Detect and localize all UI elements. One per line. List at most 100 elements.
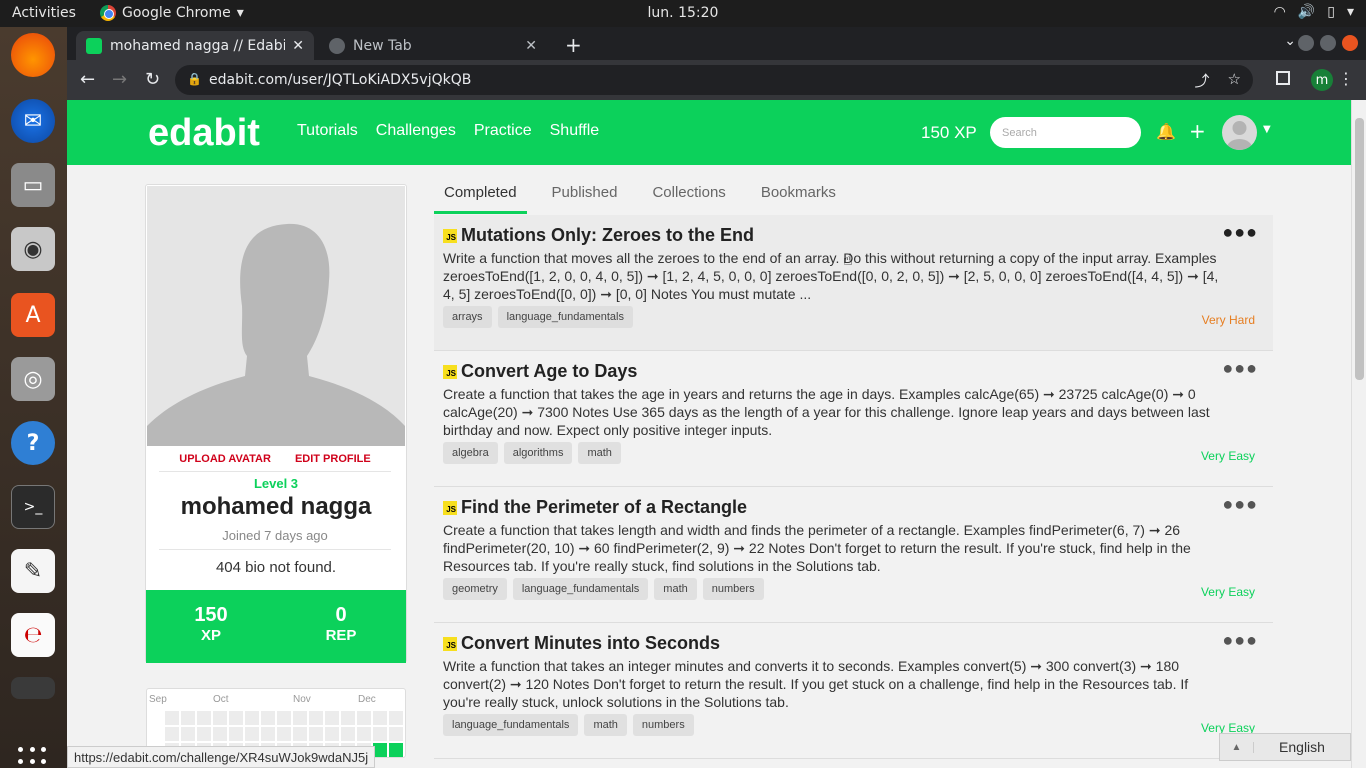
forward-icon[interactable]: → [112,69,127,90]
stats-panel: 150 XP 0 REP [146,590,406,663]
more-options-icon[interactable]: ●●● [1222,358,1258,379]
challenge-item[interactable]: JS Find the Perimeter of a Rectangle Cre… [434,487,1273,623]
edabit-logo[interactable]: edabit [148,112,260,155]
app-menu[interactable]: Google Chrome ▾ [100,5,244,21]
search-input[interactable] [990,117,1141,148]
tag[interactable]: math [584,714,627,736]
lock-icon[interactable]: 🔒 [187,72,202,86]
bookmark-star-icon[interactable]: ☆ [1228,70,1241,91]
language-selector[interactable]: ▲ English [1219,733,1351,761]
plus-icon[interactable]: + [1189,119,1206,143]
nav-challenges[interactable]: Challenges [376,122,456,140]
profile-links: UPLOAD AVATAR EDIT PROFILE [159,453,391,472]
share-icon[interactable]: ⤴ [1195,70,1210,91]
back-icon[interactable]: ← [80,69,95,90]
calendar-cell [309,711,323,725]
challenge-item[interactable]: JS Convert Age to Days Create a function… [434,351,1273,487]
calendar-cell [341,711,355,725]
page-scrollbar[interactable] [1351,100,1366,768]
tag[interactable]: math [578,442,621,464]
user-avatar[interactable] [1222,115,1257,150]
nav-practice[interactable]: Practice [474,122,532,140]
close-tab-icon[interactable]: ✕ [525,38,537,54]
upload-avatar-link[interactable]: UPLOAD AVATAR [179,453,271,465]
challenge-item[interactable]: JS Convert Minutes into Seconds Write a … [434,623,1273,759]
more-options-icon[interactable]: ●●● [1222,494,1258,515]
drive-icon[interactable] [11,677,55,699]
text-editor-icon[interactable]: ✎ [11,549,55,593]
tag[interactable]: language_fundamentals [497,306,633,328]
tab-collections[interactable]: Collections [642,178,735,214]
tag[interactable]: arrays [443,306,492,328]
calendar-cell [181,727,195,741]
more-options-icon[interactable]: ●●● [1222,222,1258,243]
calendar-cell [325,727,339,741]
more-options-icon[interactable]: ●●● [1222,630,1258,651]
challenge-title[interactable]: Convert Age to Days [461,361,637,382]
xp-value: 150 [194,604,228,626]
firefox-icon[interactable] [11,33,55,77]
maximize-button[interactable] [1320,35,1336,51]
activities-button[interactable]: Activities [12,5,76,21]
address-bar[interactable]: 🔒 edabit.com/user/JQTLoKiADX5vjQkQB ⤴ ☆ [175,65,1253,95]
files-icon[interactable]: ▭ [11,163,55,207]
terminal-icon[interactable]: >_ [11,485,55,529]
tag[interactable]: language_fundamentals [512,578,649,600]
close-window-button[interactable] [1342,35,1358,51]
show-applications-icon[interactable] [18,747,48,768]
tab-bookmarks[interactable]: Bookmarks [751,178,846,214]
tag[interactable]: math [654,578,697,600]
challenge-title[interactable]: Mutations Only: Zeroes to the End [461,225,754,246]
tag-list: algebra algorithms math [443,442,621,464]
tag[interactable]: geometry [443,578,507,600]
tab-new-tab[interactable]: New Tab ✕ [319,31,547,60]
username: mohamed nagga [180,493,372,520]
thunderbird-icon[interactable]: ✉ [11,99,55,143]
calendar-cell [165,727,179,741]
web-page: edabit Tutorials Challenges Practice Shu… [67,100,1351,768]
side-panel-icon[interactable] [1276,71,1290,85]
document-viewer-icon[interactable]: ℮ [11,613,55,657]
profile-avatar[interactable]: m [1311,69,1333,91]
month-label: Oct [213,694,229,705]
tag[interactable]: numbers [702,578,764,600]
nav-tutorials[interactable]: Tutorials [297,122,358,140]
close-tab-icon[interactable]: ✕ [292,38,304,54]
silhouette-icon [1226,121,1253,150]
month-label: Dec [358,694,376,705]
scrollbar-thumb[interactable] [1355,118,1364,380]
tab-search-icon[interactable]: ⌄ [1284,33,1296,49]
system-tray[interactable]: ◠ 🔊 ▯ ▾ [1274,4,1354,20]
js-badge-icon: JS [443,636,457,651]
xp-counter: 150 XP [921,123,977,142]
new-tab-button[interactable]: + [565,33,582,57]
chrome-favicon-icon [329,37,345,54]
camera-icon[interactable]: ◎ [11,357,55,401]
chevron-down-icon[interactable]: ▼ [1263,124,1271,135]
software-center-icon[interactable]: A [11,293,55,337]
help-icon[interactable]: ? [11,421,55,465]
tag-list: language_fundamentals math numbers [443,714,694,736]
bell-icon[interactable]: 🔔 [1156,122,1176,141]
tab-published[interactable]: Published [542,178,628,214]
nav-shuffle[interactable]: Shuffle [550,122,600,140]
calendar-cell [245,727,259,741]
tag[interactable]: algorithms [503,442,573,464]
wifi-icon: ◠ [1273,4,1286,20]
tag[interactable]: language_fundamentals [443,714,579,736]
challenge-item[interactable]: JS Mutations Only: Zeroes to the End Wri… [434,215,1273,351]
tag[interactable]: numbers [632,714,694,736]
browser-menu-icon[interactable]: ⋮ [1338,69,1354,88]
minimize-button[interactable] [1298,35,1314,51]
reload-icon[interactable]: ↻ [145,69,160,90]
js-badge-icon: JS [443,364,457,379]
challenge-title[interactable]: Convert Minutes into Seconds [461,633,720,654]
tab-completed[interactable]: Completed [434,178,527,214]
difficulty-label: Very Hard [1201,313,1255,327]
edit-profile-link[interactable]: EDIT PROFILE [295,453,371,465]
tag[interactable]: algebra [443,442,498,464]
js-badge-icon: JS [443,500,457,515]
tab-edabit[interactable]: mohamed nagga // Edabit ✕ [76,31,314,60]
rhythmbox-icon[interactable]: ◉ [11,227,55,271]
challenge-title[interactable]: Find the Perimeter of a Rectangle [461,497,747,518]
